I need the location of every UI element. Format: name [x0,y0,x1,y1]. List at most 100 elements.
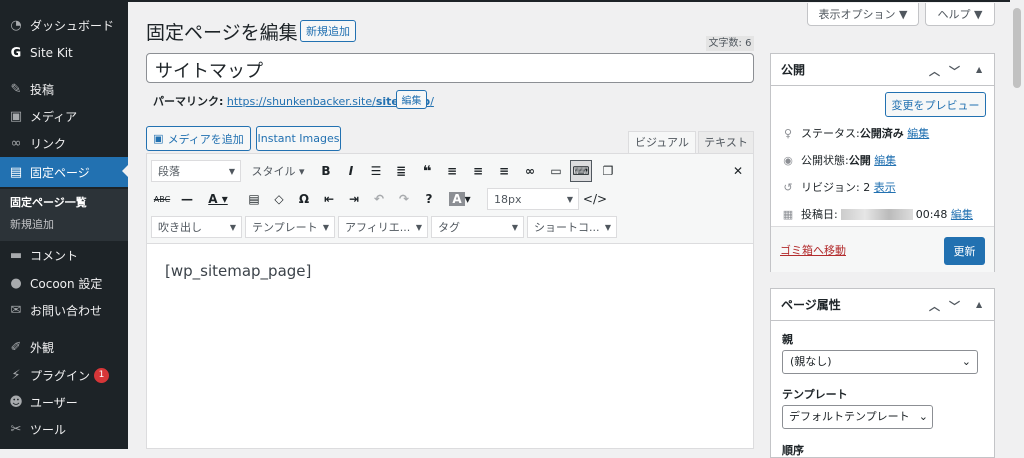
move-up-icon[interactable]: ︿ [929,63,940,79]
comment-icon: ▬ [9,247,23,263]
blurred-date [840,208,913,220]
parent-select[interactable]: (親なし) ⌄ [782,350,978,374]
chevron-down-icon: ▼ [511,222,518,232]
page-scrollbar[interactable] [1010,0,1024,449]
chevron-down-icon: ▼ [322,222,329,232]
sidebar-item-pages[interactable]: ▤ 固定ページ [0,157,128,187]
help-icon[interactable]: ? [418,188,440,210]
chevron-down-icon: ⌄ [961,355,971,368]
sidebar-item-tools[interactable]: ✂ ツール [0,415,128,443]
special-character-icon[interactable]: Ω [293,188,315,210]
toolbar-toggle-icon[interactable]: ⌨ [570,160,592,182]
tab-text[interactable]: テキスト [698,131,754,153]
format-select[interactable]: 段落 ▼ [151,160,241,182]
chevron-down-icon: ▼ [566,194,573,204]
affiliate-select[interactable]: アフィリエ... ▼ [338,216,428,238]
link-icon[interactable]: ∞ [519,160,541,182]
indent-icon[interactable]: ⇥ [343,188,365,210]
code-icon[interactable]: </> [583,188,607,210]
strikethrough-icon[interactable]: ABC [151,188,173,210]
text-color-icon[interactable]: A ▾ [201,188,235,210]
status-edit-link[interactable]: 編集 [907,125,929,141]
tab-visual[interactable]: ビジュアル [628,131,696,154]
bold-icon[interactable]: B [315,160,337,182]
permalink-base: https://shunkenbacker.site/ [226,94,376,108]
submenu-all-pages[interactable]: 固定ページ一覧 [0,192,128,214]
blockquote-icon[interactable]: ❝ [416,160,438,182]
screen-options-button[interactable]: 表示オプション ▼ [807,3,919,26]
background-color-icon[interactable]: A ▾ [445,188,475,210]
editor-content[interactable]: [wp_sitemap_page] [165,262,311,280]
calendar-icon: ▦ [782,207,794,221]
permalink-tail: / [430,94,434,108]
move-down-icon[interactable]: ﹀ [949,63,960,79]
redo-icon[interactable]: ↷ [393,188,415,210]
read-more-icon[interactable]: ▭ [545,160,567,182]
sidebar-item-posts[interactable]: ✎ 投稿 [0,75,128,103]
sidebar-item-users[interactable]: ☻ ユーザー [0,388,128,416]
sidebar-item-links[interactable]: ∞ リンク [0,129,128,157]
template-label: テンプレート [782,388,848,401]
pin-icon: ✎ [10,81,22,97]
sidebar-item-cocoon[interactable]: ● Cocoon 設定 [0,269,128,297]
horizontal-line-icon[interactable]: — [176,188,198,210]
paste-text-icon[interactable]: ▤ [243,188,265,210]
date-edit-link[interactable]: 編集 [951,206,973,222]
sidebar-item-comments[interactable]: ▬ コメント [0,241,128,269]
move-up-icon[interactable]: ︿ [929,298,940,314]
update-button[interactable]: 更新 [944,237,985,265]
clear-formatting-icon[interactable]: ◇ [268,188,290,210]
revisions-row: ↺ リビジョン: 2 表示 [781,179,896,195]
revisions-view-link[interactable]: 表示 [874,179,896,195]
post-title-input[interactable]: サイトマップ [146,53,754,83]
plugin-icon: ⚡ [11,367,21,383]
sidebar-item-plugins[interactable]: ⚡ プラグイン 1 [0,361,128,389]
align-left-icon[interactable]: ≡ [441,160,463,182]
template-select[interactable]: デフォルトテンプレート ⌄ [782,405,933,429]
shortcode-select[interactable]: ショートコ... ▼ [527,216,617,238]
order-label: 順序 [782,444,804,457]
tag-select[interactable]: タグ ▼ [431,216,524,238]
history-icon: ↺ [783,180,793,194]
instant-images-button[interactable]: Instant Images [256,126,341,151]
fullscreen-icon[interactable]: ✕ [727,160,749,182]
align-center-icon[interactable]: ≡ [467,160,489,182]
template-select[interactable]: テンプレート ▼ [245,216,335,238]
key-icon: ♀ [783,126,793,140]
align-right-icon[interactable]: ≡ [493,160,515,182]
permalink-row: パーマリンク: https://shunkenbacker.site/site-… [153,93,434,109]
sidebar-item-media[interactable]: ▣ メディア [0,102,128,130]
add-new-page-button[interactable]: 新規追加 [300,20,356,42]
submenu-add-new[interactable]: 新規追加 [0,214,128,236]
sidebar-item-contact[interactable]: ✉ お問い合わせ [0,296,128,324]
sidebar-item-sitekit[interactable]: G Site Kit [0,39,128,67]
visibility-edit-link[interactable]: 編集 [874,152,896,168]
preview-changes-button[interactable]: 変更をプレビュー [885,92,986,117]
permalink-edit-button[interactable]: 編集 [396,90,427,109]
date-row: ▦ 投稿日: 00:48 編集 [782,206,973,222]
speech-bubble-select[interactable]: 吹き出し ▼ [151,216,242,238]
sidebar-item-appearance[interactable]: ✐ 外観 [0,333,128,361]
undo-icon[interactable]: ↶ [368,188,390,210]
editor-area: 段落 ▼ スタイル ▾ B I ☰ ≣ ❝ ≡ ≡ ≡ ∞ ▭ ⌨ ❐ ✕ ABC… [146,153,754,449]
scrollbar-thumb[interactable] [1013,8,1021,88]
media-icon: ▣ [9,108,23,124]
bullet-list-icon[interactable]: ☰ [365,160,387,182]
eye-icon: ◉ [783,153,793,167]
sidebar-item-dashboard[interactable]: ◔ ダッシュボード [0,11,128,39]
publish-title: 公開 [781,63,806,77]
chevron-down-icon: ▼ [228,166,235,176]
chevron-down-icon: ▼ [604,222,611,232]
font-size-select[interactable]: 18px ▼ [487,188,579,210]
collapse-icon[interactable]: ▲ [976,300,982,309]
italic-icon[interactable]: I [340,160,362,182]
style-select[interactable]: スタイル ▾ [247,160,309,182]
add-media-button[interactable]: ▣ メディアを追加 [146,126,251,151]
help-button[interactable]: ヘルプ ▼ [925,3,995,26]
outdent-icon[interactable]: ⇤ [318,188,340,210]
numbered-list-icon[interactable]: ≣ [390,160,412,182]
trash-link[interactable]: ゴミ箱へ移動 [780,242,846,258]
collapse-icon[interactable]: ▲ [976,65,982,74]
move-down-icon[interactable]: ﹀ [949,298,960,314]
copy-page-icon[interactable]: ❐ [597,160,619,182]
